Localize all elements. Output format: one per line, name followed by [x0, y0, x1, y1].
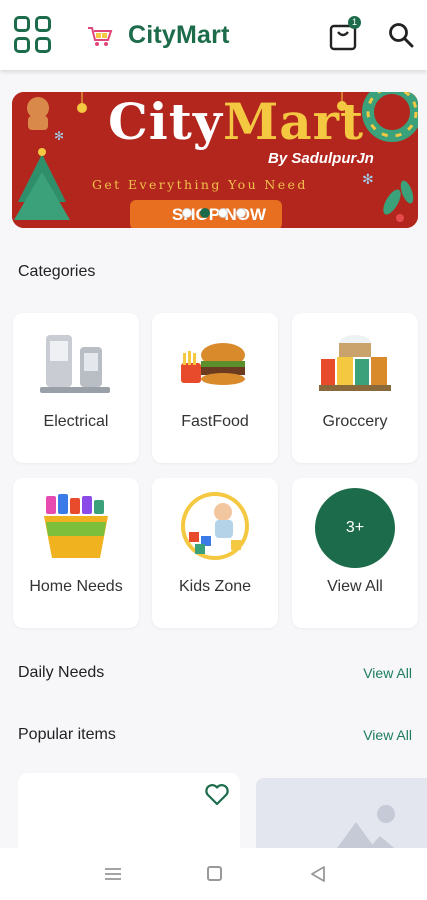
category-kids-zone[interactable]: Kids Zone: [152, 478, 278, 628]
carousel-dot[interactable]: [218, 208, 228, 218]
category-home-needs[interactable]: Home Needs: [13, 478, 139, 628]
category-label: Groccery: [322, 413, 388, 430]
category-label: Electrical: [43, 413, 109, 430]
banner-title: CityMart: [108, 92, 365, 151]
image-placeholder-icon: [330, 805, 406, 858]
appliances-image: [40, 335, 110, 393]
svg-text:✻: ✻: [362, 171, 374, 187]
heart-icon[interactable]: [204, 783, 230, 807]
carousel-indicator: [182, 208, 246, 218]
brand-title: CityMart: [128, 21, 230, 49]
category-electrical[interactable]: Electrical: [13, 313, 139, 463]
recent-apps-icon[interactable]: [104, 867, 122, 881]
daily-needs-title: Daily Needs: [18, 664, 105, 681]
app-header: CityMart 1: [0, 0, 427, 70]
cleaning-bucket-image: [44, 494, 108, 558]
search-icon[interactable]: [388, 22, 414, 48]
svg-text:✻: ✻: [54, 129, 64, 143]
banner-tagline: Get Everything You Need: [92, 177, 308, 192]
kids-toys-image: [181, 492, 249, 560]
cart-logo-icon: [88, 27, 113, 46]
category-label: Kids Zone: [178, 578, 252, 595]
popular-items-title: Popular items: [18, 726, 116, 743]
category-label: FastFood: [181, 413, 249, 430]
carousel-dot[interactable]: [182, 208, 192, 218]
category-label: Home Needs: [29, 578, 123, 595]
carousel-dot[interactable]: [236, 208, 246, 218]
banner-byline: By SadulpurJn: [268, 150, 374, 167]
category-fastfood[interactable]: FastFood: [152, 313, 278, 463]
home-icon[interactable]: [207, 866, 222, 881]
carousel-dot-active[interactable]: [200, 208, 210, 218]
grid-menu-icon[interactable]: [14, 16, 52, 54]
product-card[interactable]: [256, 778, 427, 858]
back-icon[interactable]: [310, 865, 326, 883]
daily-needs-view-all-link[interactable]: View All: [363, 665, 412, 681]
cart-count-badge: 1: [348, 16, 361, 29]
grocery-image: [319, 335, 391, 391]
categories-title: Categories: [18, 263, 96, 280]
category-label: View All: [327, 578, 383, 595]
more-categories-badge: 3+: [315, 488, 395, 568]
popular-items-view-all-link[interactable]: View All: [363, 727, 412, 743]
burger-image: [181, 343, 245, 385]
category-view-all[interactable]: 3+ View All: [292, 478, 418, 628]
category-grocery[interactable]: Groccery: [292, 313, 418, 463]
system-navigation-bar: [0, 848, 427, 900]
